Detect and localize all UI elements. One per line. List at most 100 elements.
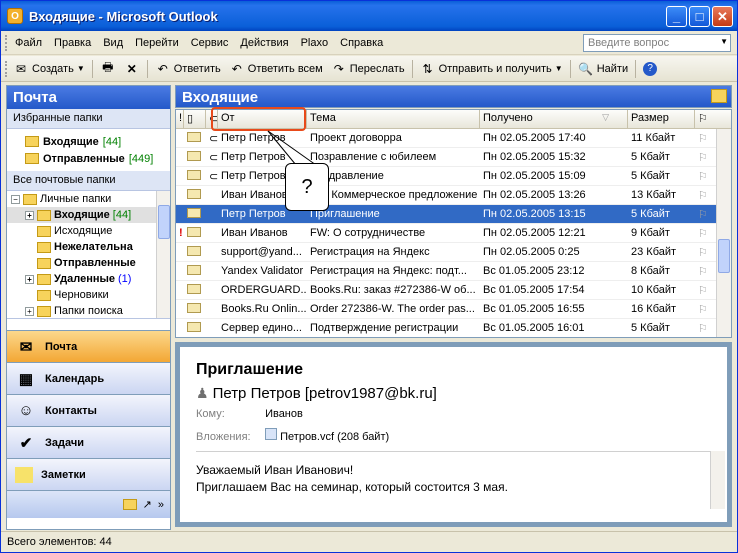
nav-button-notes[interactable]: Заметки [7, 458, 170, 490]
collapse-icon[interactable]: − [11, 194, 20, 204]
help-button[interactable]: ? [639, 58, 661, 80]
printer-icon: 🖶 [102, 60, 114, 74]
folder-tree-scrollbar[interactable] [156, 191, 170, 318]
expand-icon[interactable]: + [25, 306, 34, 316]
table-row[interactable]: Books.Ru Onlin... Order 272386-W. The ord… [176, 300, 731, 319]
favorite-folder-label: Входящие [43, 135, 99, 148]
flag-icon[interactable]: ⚐ [695, 303, 717, 316]
menu-file[interactable]: Файл [9, 37, 48, 49]
chevron-down-icon[interactable]: ▼ [555, 64, 563, 73]
nav-button-mail[interactable]: ✉ Почта [7, 330, 170, 362]
scrollbar-thumb[interactable] [718, 239, 730, 273]
flag-icon[interactable]: ⚐ [695, 151, 717, 164]
attachment-link[interactable]: Петров.vcf (208 байт) [280, 431, 389, 443]
expand-icon[interactable]: + [25, 274, 34, 284]
table-row[interactable]: ⊂ Петр Петров Позравление с юбилеем Пн 02.0… [176, 148, 731, 167]
flag-icon[interactable]: ⚐ [695, 284, 717, 297]
folder-list-icon[interactable] [122, 499, 137, 510]
flag-column-header[interactable]: ⚐ [695, 110, 717, 128]
attachments-label: Вложения: [196, 431, 251, 443]
importance-column-header[interactable]: ! [176, 110, 184, 128]
chevron-down-icon[interactable]: ▼ [720, 37, 728, 46]
tree-item-personal-folders[interactable]: − Личные папки [7, 191, 170, 207]
print-button[interactable]: 🖶 [96, 58, 120, 80]
table-row[interactable]: ⊂ Петр Петров Проект договорра Пн 02.05.200… [176, 129, 731, 148]
tree-item-sent[interactable]: Отправленные [7, 255, 170, 271]
tree-item-label: Папки поиска [54, 305, 123, 317]
flag-icon[interactable]: ⚐ [695, 322, 717, 335]
tree-item-deleted[interactable]: + Удаленные (1) [7, 271, 170, 287]
favorite-folder-label: Отправленные [43, 152, 125, 165]
menu-plaxo[interactable]: Plaxo [295, 37, 335, 49]
importance-cell: ! [179, 227, 183, 239]
menu-tools[interactable]: Сервис [185, 37, 235, 49]
find-button[interactable]: 🔍 Найти [574, 58, 632, 80]
from-cell: Сервер едино... [221, 322, 302, 334]
configure-buttons-icon[interactable]: » [158, 499, 164, 511]
table-row[interactable]: ⊂ Петр Петров Поздравление Пн 02.05.2005 15… [176, 167, 731, 186]
received-column-header[interactable]: Получено ▽ [480, 110, 628, 128]
reply-all-button[interactable]: ↶ Ответить всем [225, 58, 327, 80]
nav-button-tasks[interactable]: ✔ Задачи [7, 426, 170, 458]
tree-item-outbox[interactable]: Исходящие [7, 223, 170, 239]
table-row[interactable]: Сервер едино... Подтверждение регистрации… [176, 319, 731, 337]
new-button[interactable]: ✉ Создать ▼ [9, 58, 89, 80]
menu-help[interactable]: Справка [334, 37, 389, 49]
folder-tree: − Личные папки + Входящие [44] Исходящие… [7, 191, 170, 319]
size-cell: 16 Кбайт [631, 303, 677, 315]
delete-button[interactable]: ✕ [120, 58, 144, 80]
received-cell: Пн 02.05.2005 13:26 [483, 189, 586, 201]
subject-cell: Order 272386-W. The order pas... [310, 303, 475, 315]
menu-edit[interactable]: Правка [48, 37, 97, 49]
minimize-button[interactable]: _ [666, 6, 687, 27]
tree-item-search-folders[interactable]: + Папки поиска [7, 303, 170, 318]
favorite-folder-inbox[interactable]: Входящие [44] [25, 133, 170, 150]
help-search-input[interactable]: Введите вопрос ▼ [583, 34, 731, 52]
flag-icon[interactable]: ⚐ [695, 208, 717, 221]
forward-button[interactable]: ↷ Переслать [327, 58, 409, 80]
tree-item-drafts[interactable]: Черновики [7, 287, 170, 303]
table-row[interactable]: Петр Петров Приглашение Пн 02.05.2005 13:1… [176, 205, 731, 224]
menu-actions[interactable]: Действия [234, 37, 294, 49]
all-folders-header: Все почтовые папки [7, 171, 170, 191]
nav-button-calendar[interactable]: ▦ Календарь [7, 362, 170, 394]
tree-item-junk[interactable]: Нежелательна [7, 239, 170, 255]
sender-name[interactable]: Петр Петров [petrov1987@bk.ru] [213, 385, 437, 402]
table-row[interactable]: Иван Иванов RE: Коммерческое предложение П… [176, 186, 731, 205]
favorite-folder-sent[interactable]: Отправленные [449] [25, 150, 170, 167]
maximize-button[interactable]: □ [689, 6, 710, 27]
tree-item-inbox[interactable]: + Входящие [44] [7, 207, 170, 223]
chevron-down-icon[interactable]: ▼ [77, 64, 85, 73]
flag-icon[interactable]: ⚐ [695, 132, 717, 145]
scrollbar-thumb[interactable] [158, 205, 170, 239]
menu-view[interactable]: Вид [97, 37, 129, 49]
flag-icon[interactable]: ⚐ [695, 227, 717, 240]
table-row[interactable]: Yandex Validator Регистрация на Яндекс: п… [176, 262, 731, 281]
expand-icon[interactable]: + [25, 210, 34, 220]
nav-button-label: Задачи [45, 436, 84, 449]
table-row[interactable]: support@yand... Регистрация на Яндекс Пн 0… [176, 243, 731, 262]
close-button[interactable]: ✕ [712, 6, 733, 27]
delete-icon: ✕ [126, 61, 137, 76]
standard-toolbar: ✉ Создать ▼ 🖶 ✕ ↶ Ответить ↶ Ответить вс… [1, 56, 737, 82]
nav-button-contacts[interactable]: ☺ Контакты [7, 394, 170, 426]
shortcuts-icon[interactable]: ↗ [143, 498, 152, 511]
header-divider [196, 451, 711, 452]
reading-pane-scrollbar[interactable] [710, 451, 725, 509]
flag-icon[interactable]: ⚐ [695, 170, 717, 183]
flag-icon[interactable]: ⚐ [695, 265, 717, 278]
flag-icon[interactable]: ⚐ [695, 246, 717, 259]
flag-icon[interactable]: ⚐ [695, 189, 717, 202]
reply-button[interactable]: ↶ Ответить [151, 58, 225, 80]
menu-go[interactable]: Перейти [129, 37, 185, 49]
message-list-scrollbar[interactable] [716, 129, 731, 337]
subject-column-header[interactable]: Тема [307, 110, 480, 128]
table-row[interactable]: ORDERGUARD... Books.Ru: заказ #272386-W о… [176, 281, 731, 300]
icon-column-header[interactable]: ▯ [184, 110, 206, 128]
table-row[interactable]: ! Иван Иванов FW: О сотрудничестве Пн 02.05… [176, 224, 731, 243]
reply-all-icon: ↶ [231, 61, 242, 76]
size-column-header[interactable]: Размер [628, 110, 695, 128]
send-receive-button[interactable]: ⇅ Отправить и получить ▼ [416, 58, 567, 80]
recipient-name[interactable]: Иванов [265, 408, 303, 420]
received-cell: Вс 01.05.2005 16:01 [483, 322, 585, 334]
